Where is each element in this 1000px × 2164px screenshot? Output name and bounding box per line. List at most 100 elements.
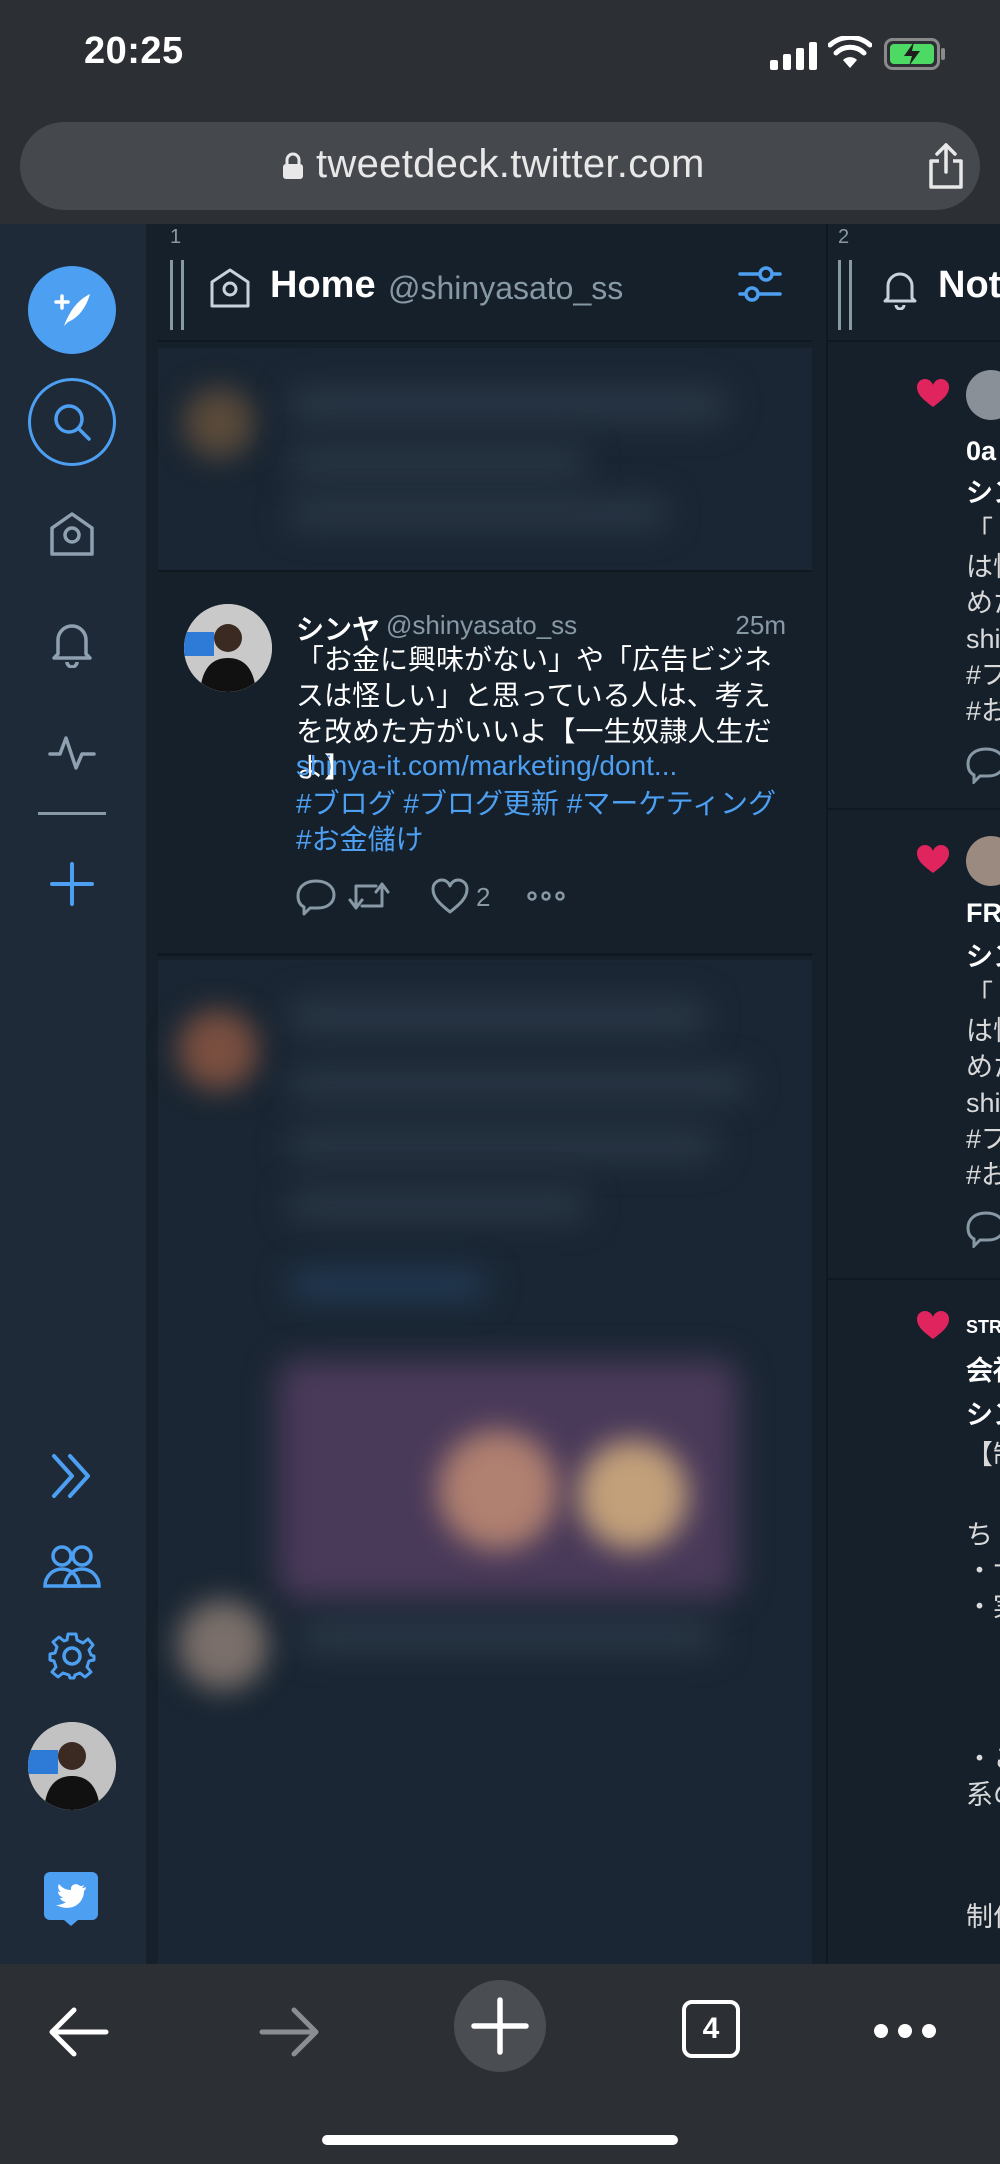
- back-arrow-icon[interactable]: [48, 2004, 110, 2060]
- tabs-button[interactable]: 4: [682, 2000, 740, 2058]
- notification-line: 「: [966, 980, 993, 1010]
- notification-line: シン: [966, 1400, 1000, 1430]
- tweet-author-handle[interactable]: @shinyasato_ss: [386, 610, 577, 641]
- notification-line: shi: [966, 1088, 1000, 1118]
- battery-charging-icon: [884, 38, 945, 70]
- blurred-face: [438, 1430, 558, 1550]
- notification-line: めた: [966, 588, 1000, 618]
- notification-card[interactable]: FR シン 「 は怪 めた shi #ブ #お: [828, 814, 1000, 1280]
- forward-arrow-icon[interactable]: [258, 2004, 320, 2060]
- notification-card[interactable]: STR 会社 シン 【制 ち ・サ ・実 ・こ 系の 制作: [828, 1284, 1000, 1964]
- heart-icon: [917, 379, 949, 407]
- blurred-avatar: [184, 388, 254, 458]
- notification-line: シン: [966, 478, 1000, 508]
- navigation-sidebar: [0, 224, 146, 1964]
- avatar[interactable]: [966, 370, 1000, 420]
- notification-line: めた: [966, 1052, 1000, 1082]
- tweet-avatar[interactable]: [184, 604, 272, 692]
- column-drag-handle[interactable]: [170, 260, 184, 330]
- browser-toolbar: 4: [0, 1964, 1000, 2164]
- nav-divider: [38, 812, 106, 815]
- home-column: 1 Home @shinyasato_ss シンヤ @shinyasato_ss…: [158, 224, 812, 1964]
- blurred-line: [288, 1190, 588, 1220]
- heart-icon: [917, 845, 949, 873]
- column-account: @shinyasato_ss: [388, 270, 624, 306]
- column-options-icon[interactable]: [736, 260, 784, 308]
- column-title: Home: [270, 264, 376, 306]
- reply-icon[interactable]: [966, 744, 1000, 784]
- settings-nav-button[interactable]: [28, 1612, 116, 1700]
- gear-icon: [48, 1632, 96, 1680]
- home-column-header[interactable]: 1 Home @shinyasato_ss: [158, 224, 812, 342]
- notification-line: STR: [966, 1317, 1000, 1337]
- notification-line: 「: [966, 516, 993, 546]
- new-tab-button[interactable]: [454, 1980, 546, 2072]
- blurred-avatar: [178, 1010, 258, 1090]
- browser-address-area: tweetdeck.twitter.com: [0, 112, 1000, 224]
- blurred-line: [298, 1620, 718, 1652]
- double-chevron-right-icon: [52, 1454, 90, 1498]
- share-icon[interactable]: [926, 142, 966, 190]
- tweet-hashtags[interactable]: #ブログ #ブログ更新 #マーケティング #お金儲け: [296, 786, 796, 858]
- address-bar[interactable]: tweetdeck.twitter.com: [20, 122, 980, 210]
- notification-line: 系の: [966, 1780, 1000, 1810]
- blurred-face: [578, 1440, 688, 1550]
- tweet-timestamp[interactable]: 25m: [735, 610, 786, 641]
- notification-line: 会社: [966, 1356, 1000, 1386]
- tweet[interactable]: シンヤ @shinyasato_ss 25m 「お金に興味がない」や「広告ビジネ…: [158, 584, 812, 956]
- home-indicator[interactable]: [322, 2135, 678, 2145]
- lock-icon: [283, 152, 303, 179]
- expand-nav-button[interactable]: [28, 1432, 116, 1520]
- notification-line: は怪: [966, 1016, 1000, 1046]
- tweet-link[interactable]: shinya-it.com/marketing/dont...: [296, 750, 677, 782]
- twitter-logo-icon[interactable]: [42, 1870, 100, 1928]
- home-icon: [210, 268, 250, 308]
- column-title: Not: [938, 264, 1000, 306]
- search-icon: [54, 404, 91, 441]
- avatar[interactable]: [966, 836, 1000, 886]
- status-time: 20:25: [84, 30, 184, 72]
- column-drag-handle[interactable]: [838, 260, 852, 330]
- blurred-link: [288, 1270, 488, 1300]
- notifications-column-header[interactable]: 2 Not: [828, 224, 1000, 342]
- notification-line: 【制: [966, 1440, 1000, 1470]
- like-count: 2: [476, 882, 491, 912]
- notification-line: 0a: [966, 436, 997, 466]
- retweet-icon[interactable]: [346, 876, 392, 916]
- compose-tweet-button[interactable]: [28, 266, 116, 354]
- blurred-tweet[interactable]: [158, 960, 812, 1964]
- like-icon[interactable]: [430, 876, 470, 916]
- reply-icon[interactable]: [966, 1208, 1000, 1248]
- avatar-image: [184, 604, 272, 692]
- home-nav-button[interactable]: [28, 490, 116, 578]
- notification-line: シン: [966, 942, 1000, 972]
- heart-icon: [917, 1311, 949, 1339]
- tweet-actions: 2: [296, 876, 796, 920]
- notifications-nav-button[interactable]: [28, 598, 116, 686]
- bell-icon: [883, 272, 917, 310]
- activity-nav-button[interactable]: [28, 708, 116, 796]
- blurred-avatar: [178, 1600, 268, 1690]
- notification-line: #お: [966, 1160, 1000, 1190]
- notification-card[interactable]: 0a シン 「 は怪 めた shi #ブ #お: [828, 348, 1000, 810]
- notification-line: は怪: [966, 552, 1000, 582]
- tab-count: 4: [702, 2012, 720, 2045]
- bell-icon: [52, 624, 92, 668]
- more-menu-icon[interactable]: [872, 2020, 938, 2042]
- notifications-column: 2 Not 0a シン 「 は怪 めた shi #ブ #お FR シン: [826, 224, 1000, 1964]
- notification-line: #ブ: [966, 660, 1000, 690]
- notification-line: #お: [966, 696, 1000, 726]
- add-column-button[interactable]: [28, 840, 116, 928]
- tweetdeck-app: 1 Home @shinyasato_ss シンヤ @shinyasato_ss…: [0, 224, 1000, 1964]
- notification-line: ・実: [966, 1592, 1000, 1622]
- activity-icon: [48, 736, 96, 770]
- notification-line: shi: [966, 624, 1000, 654]
- more-options-icon[interactable]: [526, 876, 566, 916]
- profile-avatar[interactable]: [28, 1722, 116, 1810]
- feather-plus-icon: [54, 294, 90, 326]
- blurred-tweet[interactable]: [158, 348, 812, 572]
- search-button[interactable]: [28, 378, 116, 466]
- accounts-nav-button[interactable]: [28, 1522, 116, 1610]
- reply-icon[interactable]: [296, 876, 336, 916]
- plus-icon: [50, 862, 94, 906]
